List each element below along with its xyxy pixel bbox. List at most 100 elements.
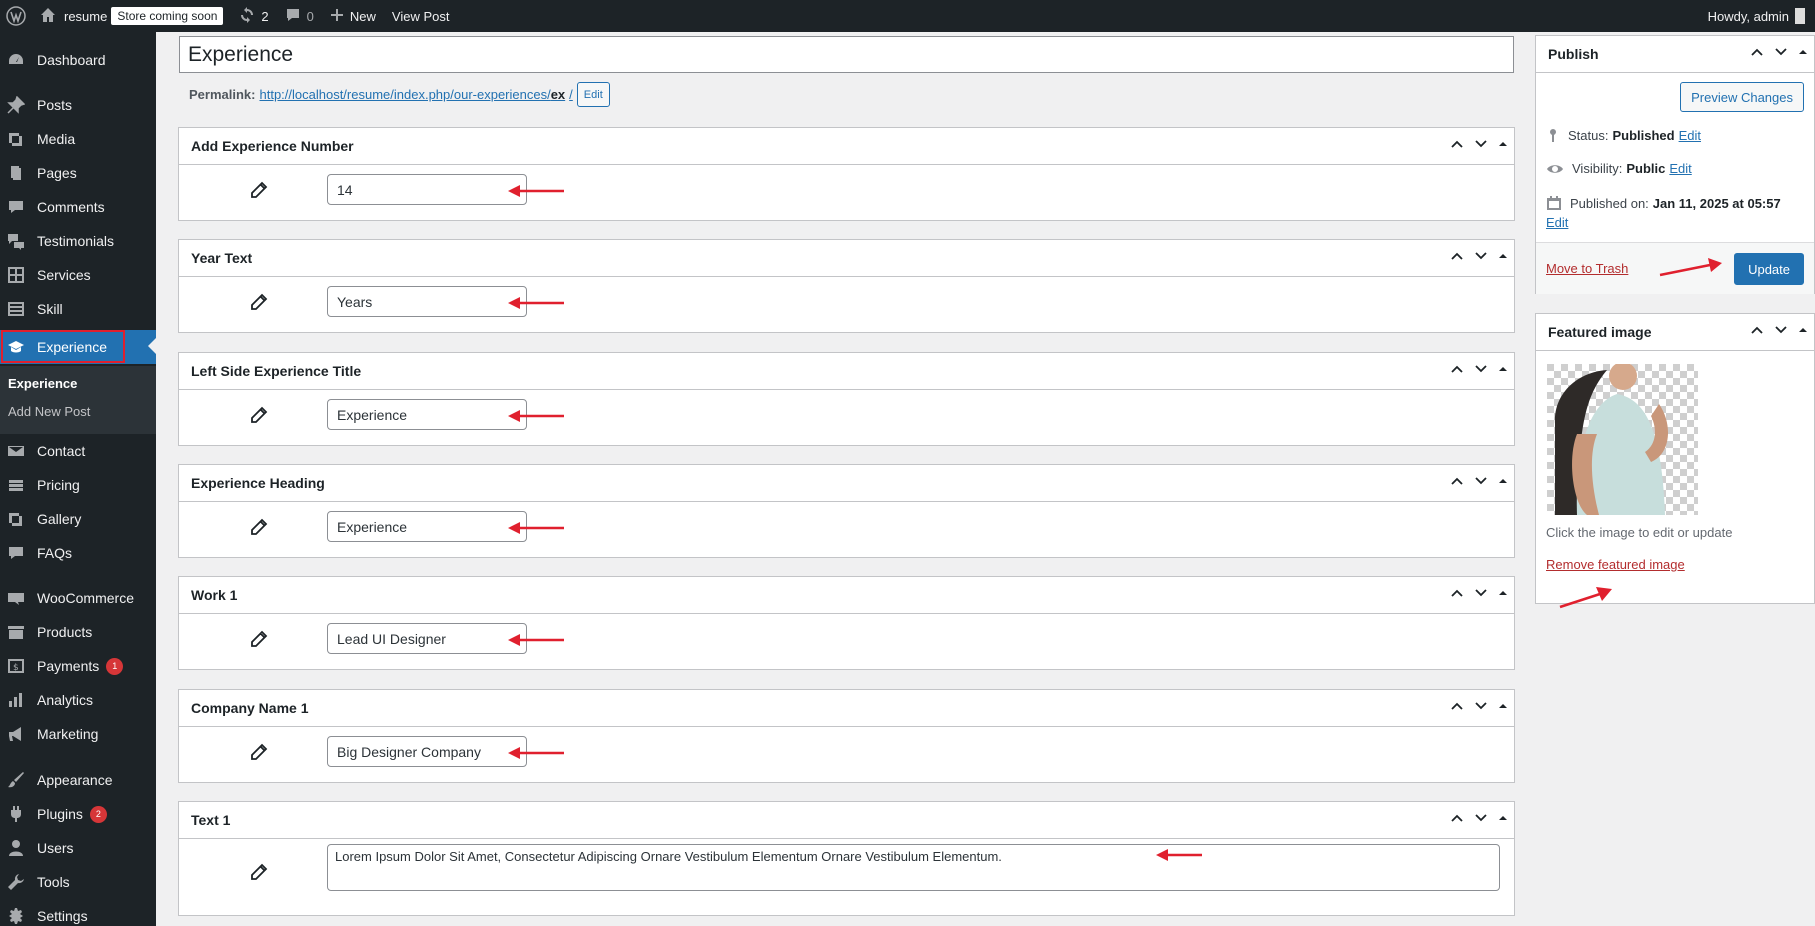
permalink-label: Permalink:	[189, 87, 256, 102]
calendar-icon	[1547, 196, 1561, 210]
featured-image-note: Click the image to edit or update	[1546, 525, 1733, 540]
move-down-icon[interactable]	[1474, 474, 1488, 488]
sidebar-item-testimonials[interactable]: Testimonials	[0, 224, 156, 258]
published-date-edit-link[interactable]: Edit	[1546, 215, 1568, 230]
visibility-edit-link[interactable]: Edit	[1669, 161, 1691, 176]
sidebar-item-plugins[interactable]: Plugins 2	[0, 797, 156, 831]
view-post-link[interactable]: View Post	[384, 0, 458, 32]
move-down-icon[interactable]	[1474, 586, 1488, 600]
move-up-icon[interactable]	[1450, 137, 1464, 151]
move-to-trash-link[interactable]: Move to Trash	[1546, 261, 1628, 276]
toggle-panel-icon[interactable]	[1498, 139, 1508, 149]
move-up-icon[interactable]	[1750, 45, 1764, 59]
sidebar-item-media[interactable]: Media	[0, 122, 156, 156]
move-down-icon[interactable]	[1474, 249, 1488, 263]
updates-count: 2	[261, 8, 269, 24]
store-coming-soon-badge[interactable]: Store coming soon	[111, 7, 224, 25]
move-up-icon[interactable]	[1450, 362, 1464, 376]
move-down-icon[interactable]	[1474, 811, 1488, 825]
megaphone-icon	[6, 724, 26, 744]
work-1-input[interactable]: Lead UI Designer	[327, 623, 527, 654]
my-account-link[interactable]: Howdy, admin	[1700, 0, 1815, 32]
remove-featured-image-link[interactable]: Remove featured image	[1546, 557, 1685, 572]
pencil-icon	[250, 181, 268, 202]
updates-link[interactable]: 2	[231, 0, 276, 32]
published-value: Jan 11, 2025 at 05:57	[1652, 195, 1781, 211]
sidebar-item-products[interactable]: Products	[0, 615, 156, 649]
permalink-edit-button[interactable]: Edit	[576, 82, 610, 107]
company-name-1-input[interactable]: Big Designer Company	[327, 736, 527, 767]
move-down-icon[interactable]	[1774, 323, 1788, 337]
sidebar-item-contact[interactable]: Contact	[0, 434, 156, 468]
sidebar-item-appearance[interactable]: Appearance	[0, 763, 156, 797]
sidebar-item-label: FAQs	[37, 545, 73, 561]
sidebar-item-payments[interactable]: $ Payments 1	[0, 649, 156, 683]
move-down-icon[interactable]	[1774, 45, 1788, 59]
permalink-link[interactable]: http://localhost/resume/index.php/our-ex…	[259, 87, 572, 102]
post-title-input[interactable]: Experience	[179, 36, 1514, 73]
sidebar-item-users[interactable]: Users	[0, 831, 156, 865]
move-down-icon[interactable]	[1474, 362, 1488, 376]
sidebar-item-marketing[interactable]: Marketing	[0, 717, 156, 751]
toggle-panel-icon[interactable]	[1798, 47, 1808, 57]
active-menu-pointer	[148, 338, 156, 354]
featured-image-thumbnail[interactable]	[1547, 364, 1698, 515]
comments-count: 0	[306, 8, 314, 24]
sidebar-item-woocommerce[interactable]: WooCommerce	[0, 581, 156, 615]
sidebar-item-label: Plugins	[37, 806, 83, 822]
move-up-icon[interactable]	[1450, 811, 1464, 825]
experience-heading-input[interactable]: Experience	[327, 511, 527, 542]
move-up-icon[interactable]	[1450, 249, 1464, 263]
toggle-panel-icon[interactable]	[1798, 325, 1808, 335]
site-name-label: resume	[64, 8, 108, 24]
sidebar-item-analytics[interactable]: Analytics	[0, 683, 156, 717]
sidebar-item-gallery[interactable]: Gallery	[0, 502, 156, 536]
toggle-panel-icon[interactable]	[1498, 813, 1508, 823]
avatar	[1795, 8, 1805, 24]
sidebar-item-services[interactable]: Services	[0, 258, 156, 292]
sidebar-item-posts[interactable]: Posts	[0, 88, 156, 122]
pencil-icon	[250, 630, 268, 651]
submenu-item-add-new[interactable]: Add New Post	[8, 404, 90, 419]
pencil-icon	[250, 406, 268, 427]
year-text-input[interactable]: Years	[327, 286, 527, 317]
move-down-icon[interactable]	[1474, 137, 1488, 151]
wordpress-logo-icon[interactable]	[0, 0, 32, 32]
toggle-panel-icon[interactable]	[1498, 476, 1508, 486]
metabox-company-name-1: Company Name 1 Big Designer Company	[178, 689, 1515, 783]
sidebar-item-settings[interactable]: Settings	[0, 899, 156, 926]
update-button[interactable]: Update	[1734, 253, 1804, 285]
sidebar-item-faqs[interactable]: FAQs	[0, 536, 156, 570]
sidebar-item-label: Skill	[37, 301, 63, 317]
toggle-panel-icon[interactable]	[1498, 251, 1508, 261]
submenu-item-experience[interactable]: Experience	[8, 376, 77, 391]
preview-changes-button[interactable]: Preview Changes	[1680, 82, 1804, 112]
new-content-link[interactable]: New	[322, 0, 384, 32]
move-up-icon[interactable]	[1450, 474, 1464, 488]
move-up-icon[interactable]	[1750, 323, 1764, 337]
status-edit-link[interactable]: Edit	[1679, 128, 1701, 143]
toggle-panel-icon[interactable]	[1498, 701, 1508, 711]
move-down-icon[interactable]	[1474, 699, 1488, 713]
settings-icon	[6, 906, 26, 926]
sidebar-item-label: Media	[37, 131, 76, 147]
sidebar-item-tools[interactable]: Tools	[0, 865, 156, 899]
annotation-arrow-icon	[508, 297, 564, 309]
sidebar-item-experience[interactable]: Experience	[0, 330, 156, 364]
left-side-title-input[interactable]: Experience	[327, 399, 527, 430]
site-name-link[interactable]: resume Store coming soon	[32, 0, 231, 32]
text-1-textarea[interactable]: Lorem Ipsum Dolor Sit Amet, Consectetur …	[327, 844, 1500, 891]
sidebar-item-label: Users	[37, 840, 74, 856]
toggle-panel-icon[interactable]	[1498, 588, 1508, 598]
comments-link[interactable]: 0	[277, 0, 322, 32]
sidebar-item-label: Contact	[37, 443, 86, 459]
sidebar-item-skill[interactable]: Skill	[0, 292, 156, 326]
sidebar-item-dashboard[interactable]: Dashboard	[0, 43, 156, 77]
toggle-panel-icon[interactable]	[1498, 364, 1508, 374]
sidebar-item-pricing[interactable]: Pricing	[0, 468, 156, 502]
sidebar-item-comments[interactable]: Comments	[0, 190, 156, 224]
move-up-icon[interactable]	[1450, 586, 1464, 600]
experience-number-input[interactable]: 14	[327, 174, 527, 205]
move-up-icon[interactable]	[1450, 699, 1464, 713]
sidebar-item-pages[interactable]: Pages	[0, 156, 156, 190]
